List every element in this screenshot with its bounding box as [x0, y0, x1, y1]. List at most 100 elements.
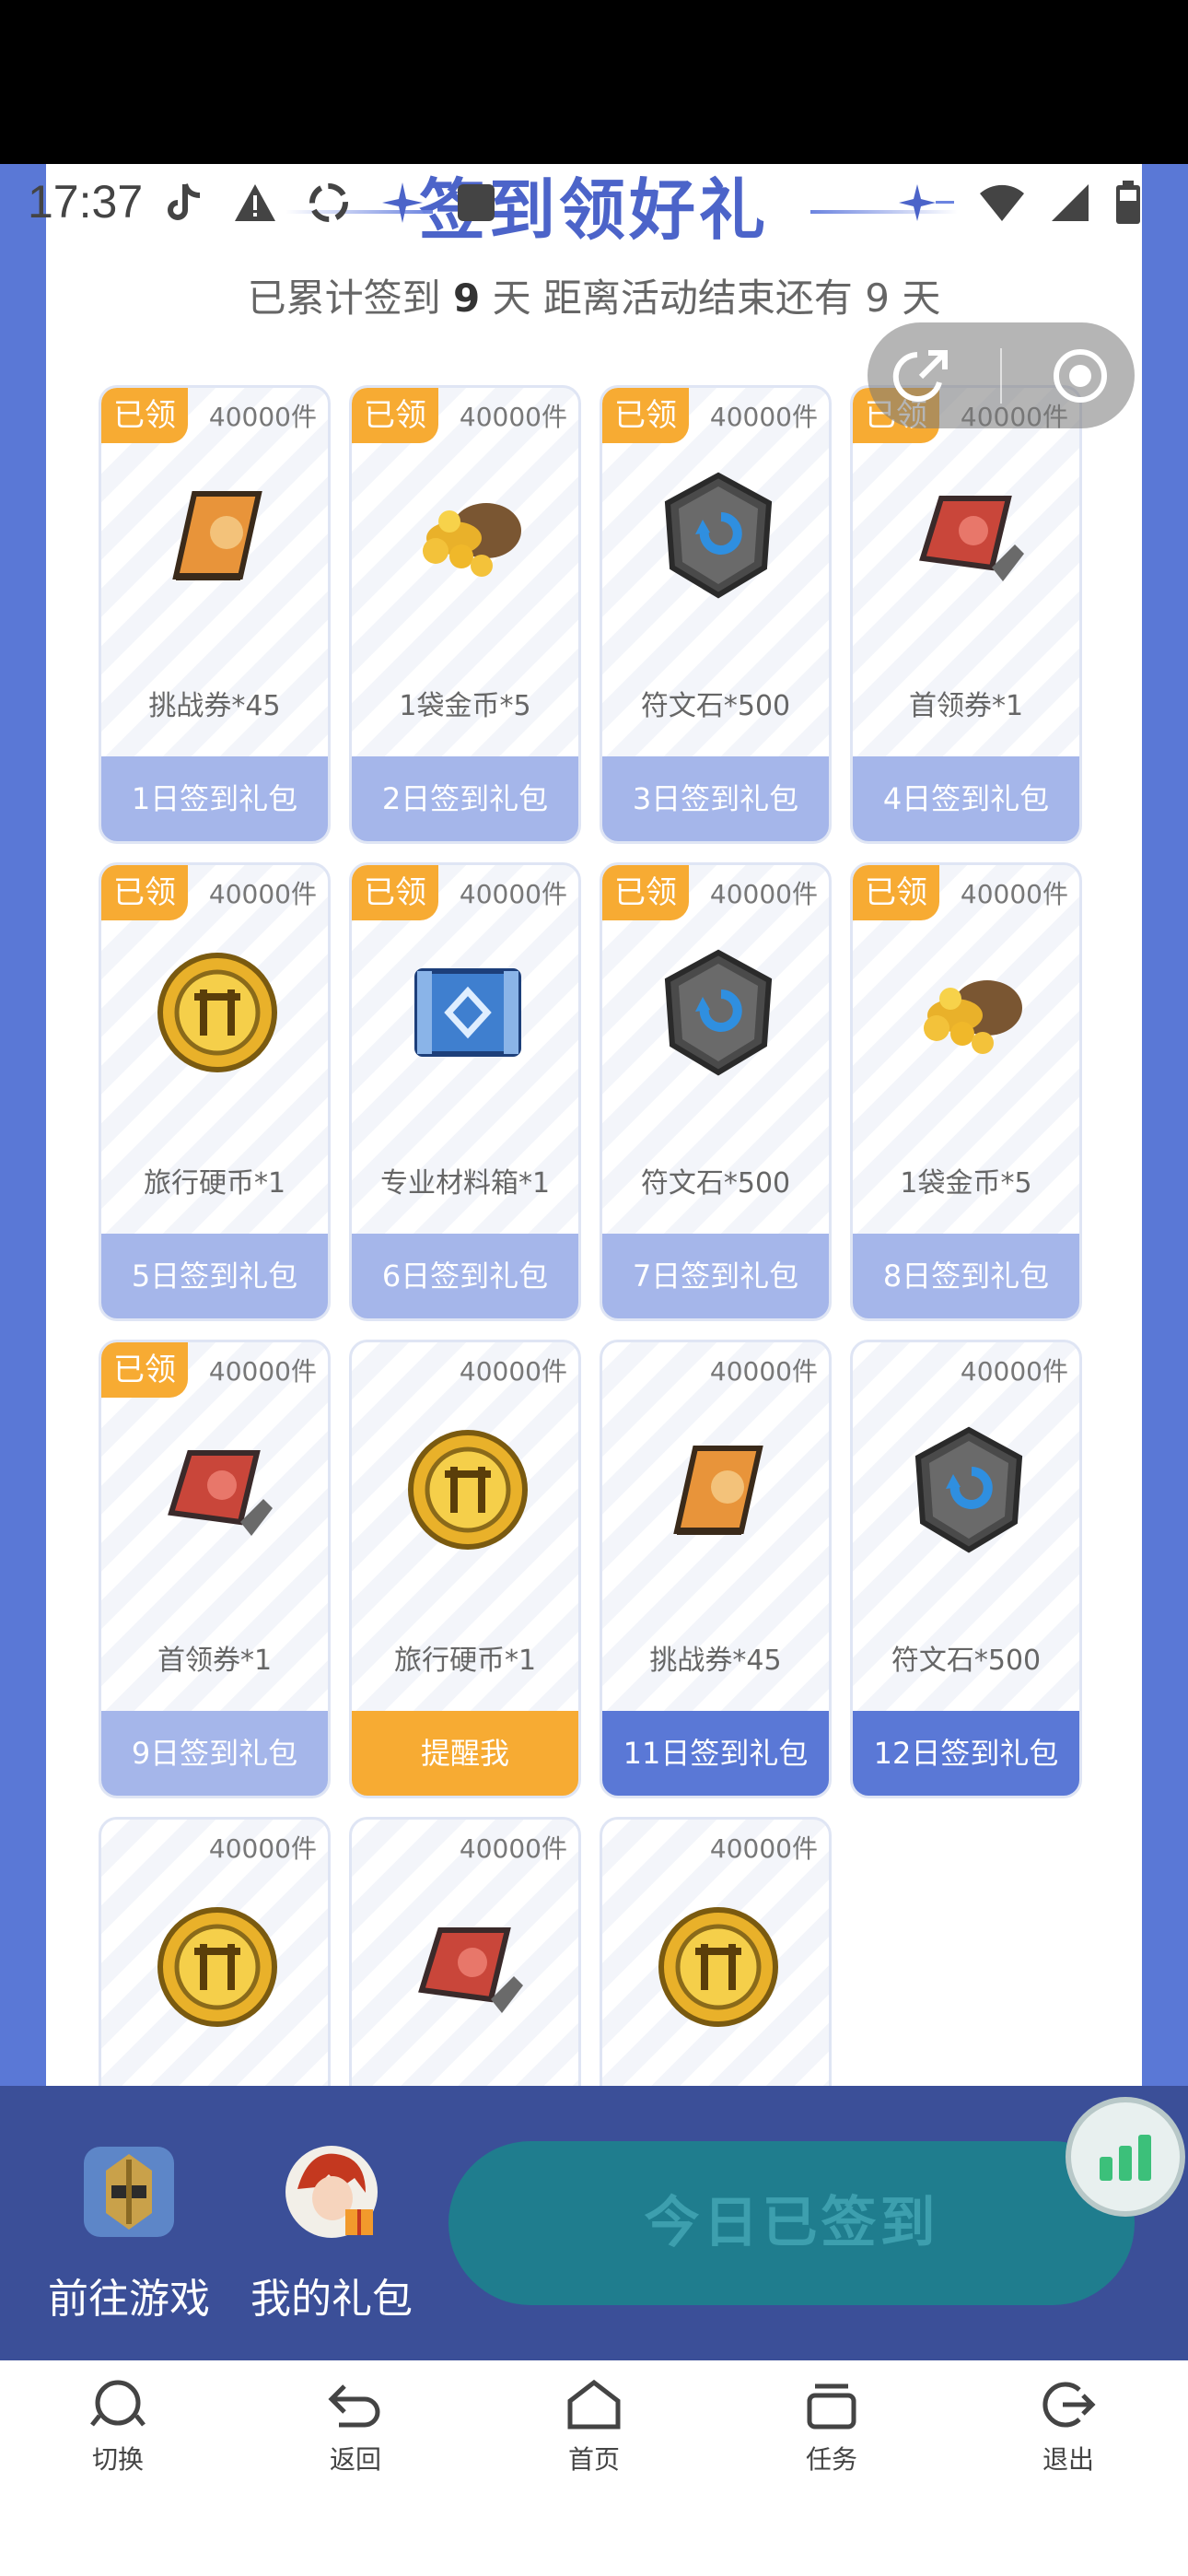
reward-name: 旅行硬币*1 [393, 1645, 537, 1677]
checkin-days: 9 [452, 275, 481, 321]
reward-name: 专业材料箱*1 [379, 1167, 551, 1200]
remind-me-button[interactable]: 提醒我 [352, 1711, 578, 1796]
gift-pack-button[interactable]: 1日签到礼包 [101, 756, 328, 841]
reward-stock-count: 40000件 [709, 1833, 818, 1864]
my-gifts-button[interactable]: 我的礼包 [239, 2141, 424, 2324]
gift-pack-button[interactable]: 11日签到礼包 [602, 1711, 829, 1796]
travel-coin-icon [148, 1898, 286, 2036]
reward-card: 40000件旅行硬币*1 提醒我 [349, 1340, 581, 1798]
app-icon [458, 184, 495, 221]
gift-pack-button[interactable]: 12日签到礼包 [853, 1711, 1079, 1796]
gift-pack-button[interactable]: 5日签到礼包 [101, 1234, 328, 1318]
back-icon [328, 2384, 380, 2428]
reward-name: 符文石*500 [640, 690, 791, 722]
status-icons-left [161, 181, 498, 225]
share-icon[interactable] [891, 345, 952, 406]
close-target-icon[interactable] [1050, 345, 1111, 406]
ticket-orange-icon [649, 1421, 787, 1559]
reward-card: 已领 40000件 旅行硬币*1 5日签到礼包 [99, 862, 331, 1321]
status-icons-right [899, 181, 1142, 225]
gift-pack-button[interactable]: 3日签到礼包 [602, 756, 829, 841]
gift-pack-button[interactable]: 2日签到礼包 [352, 756, 578, 841]
go-game-button[interactable]: 前往游戏 [37, 2141, 221, 2324]
gold-bag-icon [900, 943, 1038, 1082]
checkin-summary: 已累计签到 9 天 距离活动结束还有 9 天 [247, 275, 941, 321]
reward-stock-count: 40000件 [208, 1356, 317, 1387]
sparkle-icon [899, 184, 954, 221]
reward-card: 已领 40000件符文石*500 7日签到礼包 [600, 862, 832, 1321]
gift-pack-button[interactable]: 4日签到礼包 [853, 756, 1079, 841]
reward-name: 旅行硬币*1 [143, 1167, 286, 1200]
reward-stock-count: 40000件 [459, 1356, 567, 1387]
gold-bag-icon [399, 466, 537, 604]
reward-name: 挑战券*45 [649, 1645, 782, 1677]
reward-card: 40000件 [600, 1817, 832, 2086]
ticket-orange-icon [148, 466, 286, 604]
nav-switch[interactable]: 切换 [44, 2379, 192, 2476]
reward-name: 符文石*500 [640, 1167, 791, 1200]
material-box-icon [399, 943, 537, 1082]
travel-coin-icon [148, 943, 286, 1082]
travel-coin-icon [399, 1421, 537, 1559]
reward-stock-count: 40000件 [459, 879, 567, 909]
nav-back[interactable]: 返回 [282, 2379, 429, 2476]
nav-home[interactable]: 首页 [520, 2379, 668, 2476]
gift-pack-button[interactable]: 8日签到礼包 [853, 1234, 1079, 1318]
claimed-badge: 已领 [352, 865, 438, 920]
status-bar: 17:37 [0, 164, 1188, 247]
gift-pack-button[interactable]: 7日签到礼包 [602, 1234, 829, 1318]
claimed-badge: 已领 [602, 865, 689, 920]
reward-stock-count: 40000件 [709, 879, 818, 909]
reward-name: 1袋金币*5 [399, 690, 531, 722]
reward-stock-count: 40000件 [709, 1356, 818, 1387]
wifi-icon [980, 184, 1024, 221]
reward-stock-count: 40000件 [459, 402, 567, 432]
reward-card: 已领 40000件符文石*500 3日签到礼包 [600, 385, 832, 844]
ticket-red-icon [900, 466, 1038, 604]
status-time: 17:37 [28, 176, 144, 228]
claimed-badge: 已领 [101, 1342, 188, 1398]
reward-stock-count: 40000件 [960, 879, 1068, 909]
gift-pack-button[interactable]: 9日签到礼包 [101, 1711, 328, 1796]
sparkle-icon [382, 182, 423, 223]
reward-name: 首领券*1 [157, 1645, 273, 1677]
rune-stone-icon [900, 1421, 1038, 1559]
reward-name: 1袋金币*5 [900, 1167, 1032, 1200]
tiktok-icon [168, 183, 201, 220]
character-avatar-icon [285, 2146, 378, 2238]
warning-icon [235, 184, 275, 221]
reward-card: 已领 40000件 挑战券*45 1日签到礼包 [99, 385, 331, 844]
reward-stock-count: 40000件 [459, 1833, 567, 1864]
reward-stock-count: 40000件 [208, 879, 317, 909]
battery-icon [1116, 181, 1140, 224]
reward-name: 首领券*1 [908, 690, 1024, 722]
gift-pack-button[interactable]: 6日签到礼包 [352, 1234, 578, 1318]
capsule-divider [1000, 347, 1002, 404]
claimed-badge: 已领 [352, 388, 438, 443]
switch-icon [90, 2380, 146, 2427]
reward-stock-count: 40000件 [208, 1833, 317, 1864]
rune-stone-icon [649, 466, 787, 604]
reward-name: 挑战券*45 [148, 690, 281, 722]
checkin-status-button[interactable]: 今日已签到 [448, 2141, 1135, 2305]
rune-stone-icon [649, 943, 787, 1082]
reward-card: 40000件 符文石*500 12日签到礼包 [850, 1340, 1082, 1798]
ticket-red-icon [399, 1898, 537, 2036]
system-nav-bar: 切换 返回 首页 任务 退出 [0, 2360, 1188, 2576]
travel-coin-icon [649, 1898, 787, 2036]
nav-exit[interactable]: 退出 [995, 2379, 1142, 2476]
reward-card: 已领 40000件 1袋金币*5 2日签到礼包 [349, 385, 581, 844]
nav-tasks[interactable]: 任务 [758, 2379, 905, 2476]
stats-float-button[interactable] [1066, 2097, 1185, 2217]
reward-card: 40000件 [99, 1817, 331, 2086]
claimed-badge: 已领 [602, 388, 689, 443]
home-icon [567, 2379, 621, 2430]
reward-card: 已领 40000件首领券*1 9日签到礼包 [99, 1340, 331, 1798]
bar-chart-icon [1100, 2135, 1151, 2181]
reward-stock-count: 40000件 [709, 402, 818, 432]
mini-program-capsule [868, 322, 1135, 428]
sync-icon [309, 183, 348, 222]
reward-card: 40000件 [349, 1817, 581, 2086]
reward-name: 符文石*500 [891, 1645, 1042, 1677]
reward-card: 已领 40000件 1袋金币*5 8日签到礼包 [850, 862, 1082, 1321]
